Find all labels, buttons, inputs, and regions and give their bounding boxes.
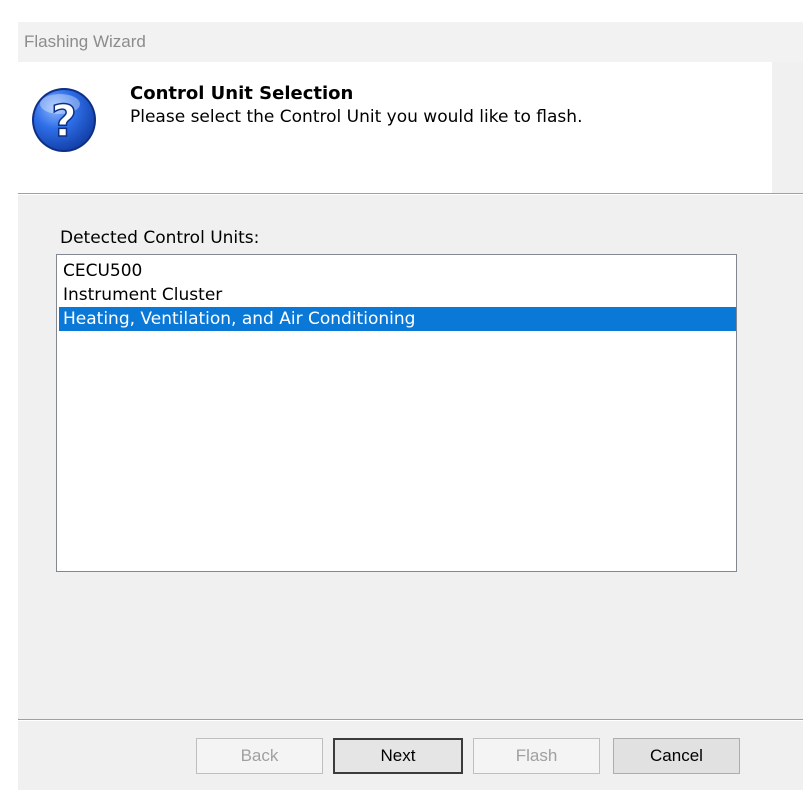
flash-button[interactable]: Flash	[473, 738, 600, 774]
svg-text:?: ?	[51, 96, 77, 147]
header-frame-edge	[772, 62, 803, 193]
list-item-cecu500[interactable]: CECU500	[59, 259, 736, 283]
window-title: Flashing Wizard	[24, 32, 146, 51]
control-units-listbox[interactable]: CECU500 Instrument Cluster Heating, Vent…	[56, 254, 737, 572]
control-units-label: Detected Control Units:	[60, 228, 260, 248]
page-subtitle: Please select the Control Unit you would…	[130, 107, 583, 127]
title-bar: Flashing Wizard	[18, 22, 803, 62]
help-question-icon: ?	[32, 88, 96, 152]
list-item-instrument-cluster[interactable]: Instrument Cluster	[59, 283, 736, 307]
wizard-header: ? Control Unit Selection Please select t…	[18, 62, 772, 193]
flashing-wizard-window: Flashing Wizard ? Control Unit Selection…	[0, 0, 803, 790]
list-item-hvac[interactable]: Heating, Ventilation, and Air Conditioni…	[59, 307, 736, 331]
next-button[interactable]: Next	[333, 738, 463, 774]
back-button[interactable]: Back	[196, 738, 323, 774]
page-title: Control Unit Selection	[130, 83, 354, 104]
cancel-button[interactable]: Cancel	[613, 738, 740, 774]
